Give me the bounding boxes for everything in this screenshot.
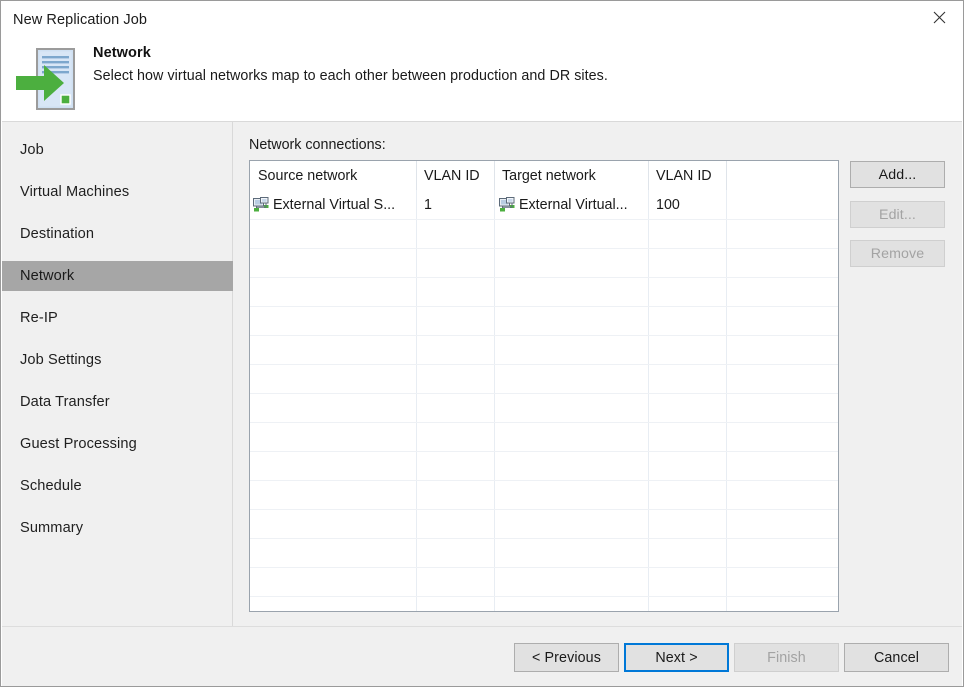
dialog-header: Network Select how virtual networks map …	[2, 40, 962, 121]
table-row-divider	[250, 567, 838, 568]
table-cell-text: 100	[656, 197, 680, 213]
table-cell[interactable]: External Virtual...	[499, 191, 646, 219]
table-cell[interactable]: External Virtual S...	[253, 191, 414, 219]
network-connections-label: Network connections:	[249, 137, 386, 153]
dialog-footer: < Previous Next > Finish Cancel	[2, 626, 962, 686]
table-cell[interactable]: 1	[424, 191, 492, 219]
network-connections-table[interactable]: Source network VLAN ID Target network VLAN …	[249, 160, 839, 612]
network-adapter-icon	[253, 197, 270, 213]
wizard-step-sidebar: Job Virtual Machines Destination Network Re-…	[2, 122, 233, 626]
button-label: < Previous	[532, 649, 601, 666]
table-row-divider	[250, 596, 838, 597]
page-subtitle: Select how virtual networks map to each …	[93, 68, 608, 84]
table-row-divider	[250, 422, 838, 423]
table-row-divider	[250, 219, 838, 220]
button-label: Cancel	[873, 649, 920, 666]
table-row-divider	[250, 364, 838, 365]
table-row-divider	[250, 509, 838, 510]
table-cell-text: 1	[424, 197, 432, 213]
table-header-divider[interactable]	[726, 161, 727, 190]
remove-button: Remove	[850, 240, 945, 267]
button-label: Next >	[655, 649, 698, 666]
table-row-divider	[250, 538, 838, 539]
button-label: Remove	[870, 245, 925, 262]
table-cell[interactable]: 100	[656, 191, 724, 219]
button-label: Finish	[767, 649, 806, 666]
table-header-vlan-id[interactable]: VLAN ID	[656, 162, 722, 190]
table-row-divider	[250, 248, 838, 249]
table-row-divider	[250, 393, 838, 394]
replication-server-arrow-icon	[16, 43, 86, 117]
table-row-divider	[250, 451, 838, 452]
table-column-divider	[494, 190, 495, 611]
main-content: Network connections: Source network VLAN …	[233, 122, 962, 626]
network-adapter-icon	[499, 197, 516, 213]
sidebar-item-label: Summary	[20, 520, 84, 536]
cancel-button[interactable]: Cancel	[844, 643, 949, 672]
table-header-target-network[interactable]: Target network	[502, 162, 644, 190]
window-title: New Replication Job	[13, 12, 148, 28]
sidebar-item-label: Re-IP	[20, 310, 58, 326]
sidebar-item-label: Network	[20, 268, 75, 284]
table-column-divider	[726, 190, 727, 611]
table-row-divider	[250, 335, 838, 336]
edit-button: Edit...	[850, 201, 945, 228]
sidebar-item-job[interactable]: Job	[2, 135, 233, 165]
sidebar-item-guest-processing[interactable]: Guest Processing	[2, 429, 233, 459]
sidebar-item-re-ip[interactable]: Re-IP	[2, 303, 233, 333]
sidebar-item-label: Schedule	[20, 478, 82, 494]
table-header-vlan-id[interactable]: VLAN ID	[424, 162, 490, 190]
page-title: Network	[93, 45, 151, 61]
sidebar-item-label: Job	[20, 142, 44, 158]
add-button[interactable]: Add...	[850, 161, 945, 188]
sidebar-item-schedule[interactable]: Schedule	[2, 471, 233, 501]
table-column-divider	[648, 190, 649, 611]
close-icon[interactable]	[916, 1, 963, 34]
sidebar-item-virtual-machines[interactable]: Virtual Machines	[2, 177, 233, 207]
sidebar-item-label: Job Settings	[20, 352, 102, 368]
sidebar-item-label: Data Transfer	[20, 394, 110, 410]
sidebar-item-network[interactable]: Network	[2, 261, 233, 291]
previous-button[interactable]: < Previous	[514, 643, 619, 672]
button-label: Add...	[878, 166, 917, 183]
table-column-divider	[416, 190, 417, 611]
table-cell-text: External Virtual...	[519, 197, 628, 213]
table-cell-text: External Virtual S...	[273, 197, 396, 213]
sidebar-item-summary[interactable]: Summary	[2, 513, 233, 543]
sidebar-item-label: Destination	[20, 226, 95, 242]
table-row-divider	[250, 480, 838, 481]
button-label: Edit...	[879, 206, 916, 223]
table-row-divider	[250, 277, 838, 278]
next-button[interactable]: Next >	[624, 643, 729, 672]
title-bar: New Replication Job	[1, 1, 963, 40]
table-header-source-network[interactable]: Source network	[258, 162, 412, 190]
table-header-divider[interactable]	[416, 161, 417, 190]
sidebar-item-destination[interactable]: Destination	[2, 219, 233, 249]
sidebar-item-label: Virtual Machines	[20, 184, 130, 200]
sidebar-item-job-settings[interactable]: Job Settings	[2, 345, 233, 375]
table-row-divider	[250, 306, 838, 307]
sidebar-item-label: Guest Processing	[20, 436, 137, 452]
finish-button: Finish	[734, 643, 839, 672]
sidebar-item-data-transfer[interactable]: Data Transfer	[2, 387, 233, 417]
table-cell[interactable]	[734, 191, 836, 219]
table-header-divider[interactable]	[648, 161, 649, 190]
new-replication-job-dialog: New Replication Job Network Select how v…	[0, 0, 964, 687]
table-header-divider[interactable]	[494, 161, 495, 190]
